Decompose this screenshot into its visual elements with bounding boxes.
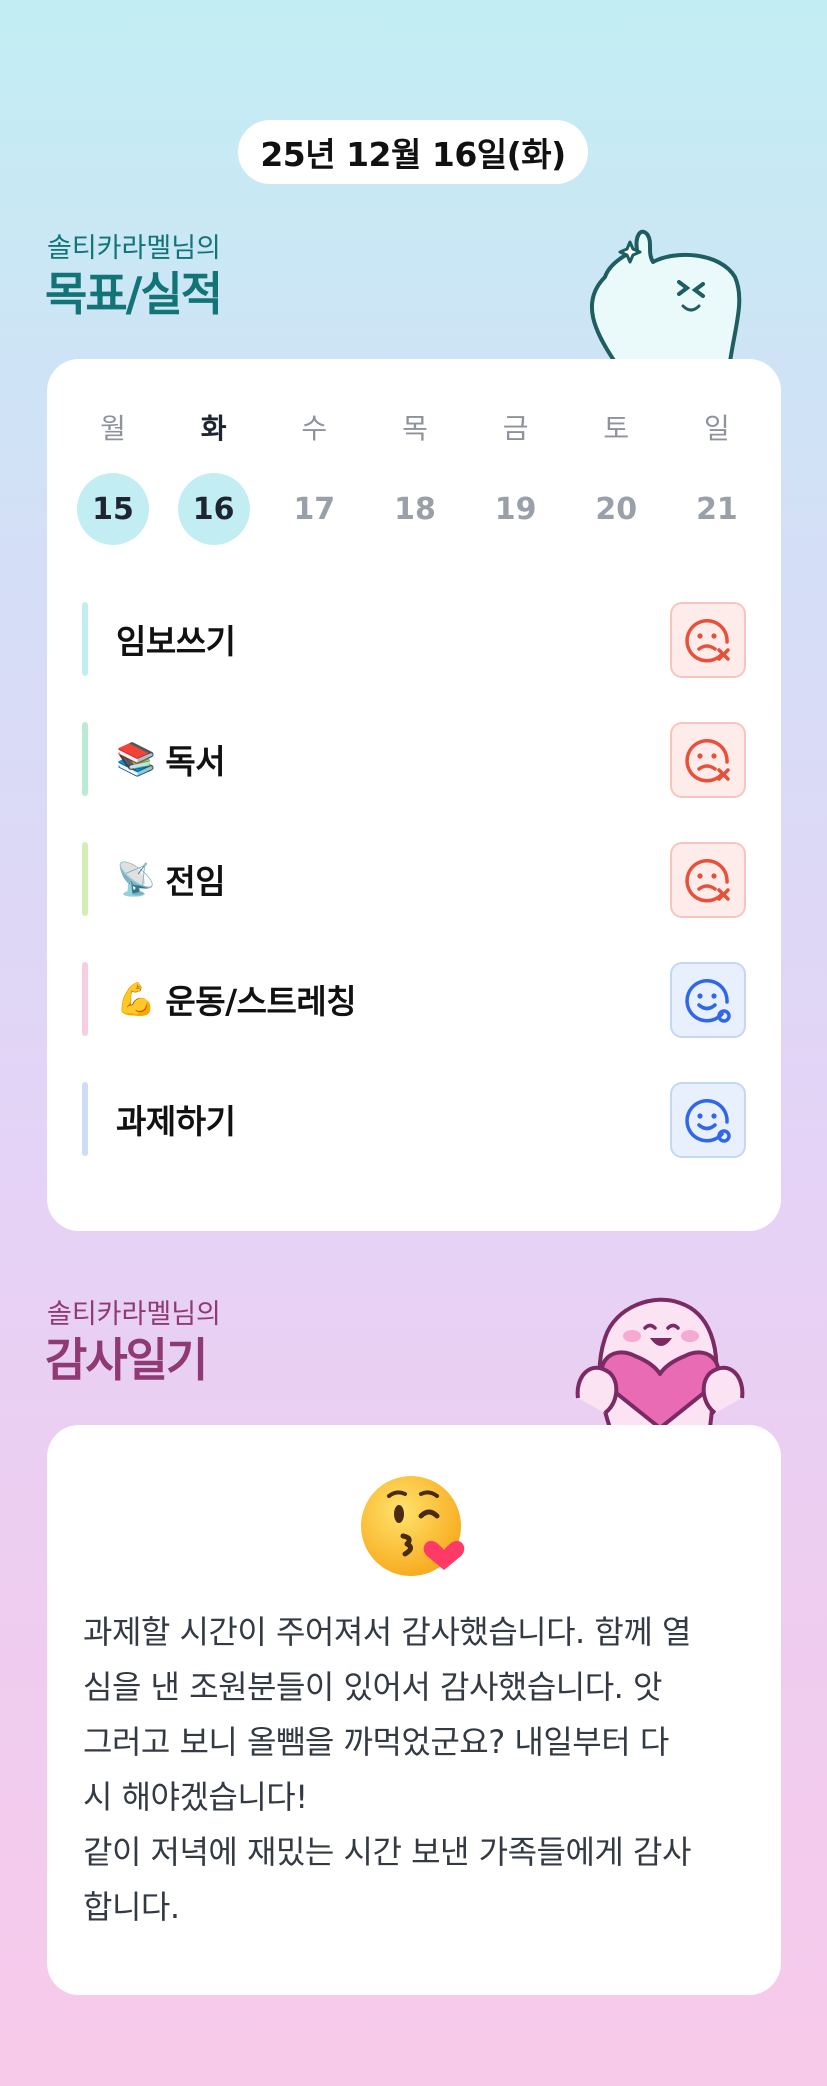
day-label: 월 [100, 412, 126, 445]
goal-text: 📚 독서 [116, 735, 226, 783]
satellite-antenna-emoji-icon: 📡 [116, 860, 156, 898]
day-sun[interactable]: 일 21 [679, 409, 755, 545]
goal-item[interactable]: 💪 운동/스트레칭 [82, 962, 746, 1038]
day-thu[interactable]: 목 18 [377, 409, 453, 545]
kissing-face-icon [361, 1476, 465, 1576]
day-label: 토 [603, 412, 630, 445]
goal-item[interactable]: 📚 독서 [82, 722, 746, 798]
goals-card: 월 15 화 16 수 17 목 18 금 19 토 20 일 21 임보쓰기 [47, 359, 781, 1231]
day-number[interactable]: 21 [681, 473, 753, 545]
goal-item[interactable]: 📡 전임 [82, 842, 746, 918]
goal-label: 전임 [165, 862, 226, 901]
goal-status-button[interactable] [670, 962, 746, 1038]
heart-hug-mascot-icon [575, 1297, 745, 1428]
day-number[interactable]: 17 [278, 473, 350, 545]
day-label: 금 [502, 412, 529, 445]
day-number[interactable]: 20 [580, 473, 652, 545]
goal-label: 과제하기 [116, 1102, 236, 1141]
diary-text: 과제할 시간이 주어져서 감사했습니다. 함께 열 심을 낸 조원분들이 있어서… [83, 1613, 691, 1926]
goal-label: 독서 [165, 742, 226, 781]
goal-color-bar [82, 1082, 88, 1156]
goal-label: 운동/스트레칭 [165, 982, 357, 1021]
smile-face-o-icon [685, 1098, 731, 1143]
sad-face-x-icon [685, 738, 730, 783]
date-pill: 25년 12월 16일(화) [238, 120, 588, 184]
day-number[interactable]: 15 [77, 473, 149, 545]
diary-card: 과제할 시간이 주어져서 감사했습니다. 함께 열 심을 낸 조원분들이 있어서… [47, 1425, 781, 1995]
day-wed[interactable]: 수 17 [276, 409, 352, 545]
day-label: 화 [200, 412, 227, 445]
sad-face-x-icon [685, 858, 730, 903]
flexed-biceps-emoji-icon: 💪 [116, 980, 156, 1018]
week-selector: 월 15 화 16 수 17 목 18 금 19 토 20 일 21 [75, 409, 755, 545]
day-mon[interactable]: 월 15 [75, 409, 151, 545]
day-label: 목 [402, 412, 428, 445]
diary-section-title: 감사일기 [45, 1333, 208, 1387]
goal-text: 📡 전임 [116, 855, 226, 903]
day-number[interactable]: 18 [379, 473, 451, 545]
goal-color-bar [82, 722, 88, 796]
day-label: 일 [704, 412, 730, 445]
day-number[interactable]: 16 [177, 473, 250, 545]
goal-color-bar [82, 602, 88, 676]
goal-label: 임보쓰기 [116, 622, 236, 661]
day-label: 수 [301, 412, 328, 445]
day-sat[interactable]: 토 20 [578, 409, 654, 545]
goal-item[interactable]: 과제하기 [82, 1082, 746, 1158]
sad-face-x-icon [685, 618, 730, 663]
goal-color-bar [82, 962, 88, 1036]
smile-face-o-icon [685, 978, 731, 1023]
waving-mascot-icon [589, 229, 742, 362]
day-number[interactable]: 19 [480, 473, 552, 545]
goal-status-button[interactable] [670, 842, 746, 918]
goal-status-button[interactable] [670, 722, 746, 798]
goals-section-title: 목표/실적 [45, 267, 223, 321]
goal-status-button[interactable] [670, 602, 746, 678]
goal-color-bar [82, 842, 88, 916]
day-tue[interactable]: 화 16 [176, 409, 252, 545]
books-emoji-icon: 📚 [116, 740, 156, 778]
goal-text: 💪 운동/스트레칭 [116, 975, 357, 1023]
goal-status-button[interactable] [670, 1082, 746, 1158]
goal-item[interactable]: 임보쓰기 [82, 602, 746, 678]
day-fri[interactable]: 금 19 [478, 409, 554, 545]
